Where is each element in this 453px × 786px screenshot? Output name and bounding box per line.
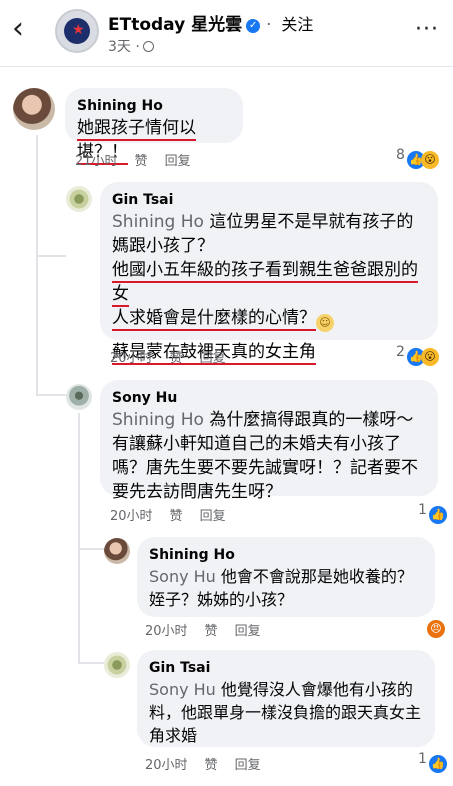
reaction-count: 1 — [418, 502, 427, 518]
mention-link[interactable]: Shining Ho — [112, 212, 204, 232]
wow-icon: 😮 — [420, 151, 439, 169]
thread-line — [78, 662, 104, 664]
star-icon: ★ — [72, 22, 85, 38]
post-time: 3天 · — [108, 36, 154, 56]
header-divider — [0, 66, 453, 67]
verified-icon: ✓ — [246, 19, 261, 33]
avatar[interactable] — [66, 186, 92, 212]
comment-time: 20小时 — [145, 624, 188, 639]
wow-icon: 😮 — [420, 348, 439, 366]
reaction-summary[interactable]: 1 👍 — [418, 751, 447, 773]
comment-text: 人求婚會是什麼樣的心情？ — [112, 308, 316, 331]
like-icon: 👍 — [428, 755, 447, 773]
thread-line — [78, 413, 80, 663]
back-arrow-icon[interactable]: ‹ — [12, 14, 24, 44]
smile-emoji-icon: ☺ — [316, 314, 334, 332]
angry-icon: 😠 — [427, 620, 445, 638]
avatar-badge: ★ — [64, 18, 90, 44]
page-avatar[interactable]: ★ — [55, 9, 99, 53]
globe-icon — [142, 41, 154, 52]
comment-author[interactable]: Sony Hu — [112, 388, 426, 408]
post-time-text: 3天 · — [108, 39, 140, 55]
reply-button[interactable]: 回复 — [200, 351, 226, 366]
post-header: ‹ ★ ETtoday 星光雲 ✓ · 关注 3天 · ··· — [0, 0, 453, 66]
comment-author[interactable]: Shining Ho — [149, 545, 423, 565]
reply-button[interactable]: 回复 — [235, 624, 261, 639]
comment-bubble: Gin Tsai Sony Hu 他覺得沒人會爆他有小孩的料，他跟單身一樣沒負擔… — [137, 650, 435, 747]
reaction-count: 8 — [396, 147, 405, 163]
comment-actions: 21小时 赞 回复 — [75, 150, 208, 169]
mention-link[interactable]: Sony Hu — [149, 567, 216, 586]
avatar[interactable] — [66, 384, 92, 410]
thread-line — [36, 135, 38, 255]
page-name[interactable]: ETtoday 星光雲 — [108, 15, 242, 35]
reply-button[interactable]: 回复 — [200, 509, 226, 524]
comment-actions: 20小时 赞 回复 — [110, 347, 243, 366]
comment-bubble: Sony Hu Shining Ho 為什麼搞得跟真的一樣呀～有讓蘇小軒知道自己… — [100, 380, 438, 502]
reaction-summary[interactable]: 2 👍😮 — [396, 344, 439, 366]
follow-button[interactable]: 关注 — [281, 15, 313, 34]
reaction-count: 1 — [418, 751, 427, 767]
more-options-icon[interactable]: ··· — [415, 17, 439, 42]
thread-line — [36, 255, 38, 395]
comment-bubble: Gin Tsai Shining Ho 這位男星不是早就有孩子的媽跟小孩了？ 他… — [100, 182, 438, 365]
reaction-count: 2 — [396, 344, 405, 360]
avatar[interactable] — [13, 88, 55, 130]
comment-time: 20小时 — [110, 351, 153, 366]
mention-link[interactable]: Shining Ho — [112, 410, 204, 430]
comment-time: 20小时 — [110, 509, 153, 524]
comment-author[interactable]: Shining Ho — [77, 96, 231, 116]
comment-actions: 20小时 赞 回复 — [110, 505, 243, 524]
comment-text: 他國小五年級的孩子看到親生爸爸跟別的女 — [112, 260, 418, 307]
comment-actions: 20小时 赞 回复 — [145, 620, 278, 639]
like-button[interactable]: 赞 — [205, 758, 218, 773]
like-button[interactable]: 赞 — [170, 351, 183, 366]
page-name-row: ETtoday 星光雲 ✓ · 关注 — [108, 10, 313, 35]
like-button[interactable]: 赞 — [135, 154, 148, 169]
thread-line — [78, 548, 104, 550]
mention-link[interactable]: Sony Hu — [149, 680, 216, 699]
comment-author[interactable]: Gin Tsai — [112, 190, 426, 210]
comment-actions: 20小时 赞 回复 — [145, 754, 278, 773]
like-button[interactable]: 赞 — [205, 624, 218, 639]
avatar[interactable] — [104, 652, 130, 678]
reply-button[interactable]: 回复 — [235, 758, 261, 773]
thread-line — [36, 255, 66, 257]
comment-bubble: Shining Ho Sony Hu 他會不會說那是她收養的？姪子？姊姊的小孩？ — [137, 537, 435, 617]
comment-time: 21小时 — [75, 154, 118, 169]
comment-author[interactable]: Gin Tsai — [149, 658, 423, 678]
reply-button[interactable]: 回复 — [165, 154, 191, 169]
like-icon: 👍 — [428, 506, 447, 524]
comment-bubble: Shining Ho 她跟孩子情何以堪？！ — [65, 88, 243, 165]
dot-separator: · — [266, 15, 272, 35]
avatar[interactable] — [104, 538, 130, 564]
reaction-summary[interactable]: 1 👍 — [418, 502, 447, 524]
reaction-summary[interactable]: 😠 — [425, 616, 445, 638]
thread-line — [36, 394, 66, 396]
comment-time: 20小时 — [145, 758, 188, 773]
reaction-summary[interactable]: 8 👍😮 — [396, 147, 439, 169]
like-button[interactable]: 赞 — [170, 509, 183, 524]
